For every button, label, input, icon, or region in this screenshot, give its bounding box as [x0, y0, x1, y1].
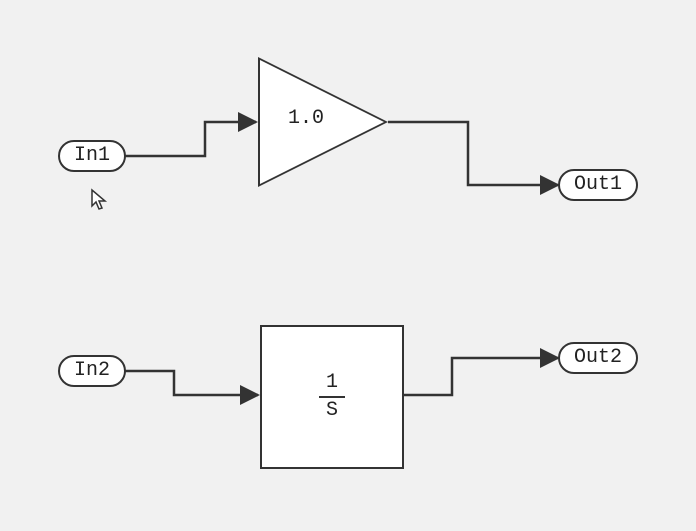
tf-numerator: 1	[326, 372, 338, 394]
tf-denominator: S	[326, 400, 338, 422]
outport-out1[interactable]: Out1	[558, 169, 638, 201]
inport-label: In2	[74, 359, 110, 382]
inport-label: In1	[74, 144, 110, 167]
gain-value: 1.0	[288, 107, 324, 130]
block-diagram-canvas[interactable]: In1 1.0 Out1 In2 1 S Out2	[0, 0, 696, 531]
inport-in1[interactable]: In1	[58, 140, 126, 172]
transfer-function: 1 S	[319, 372, 345, 422]
inport-in2[interactable]: In2	[58, 355, 126, 387]
fraction-bar	[319, 396, 345, 398]
integrator-block[interactable]: 1 S	[260, 325, 404, 469]
outport-label: Out1	[574, 173, 622, 196]
outport-label: Out2	[574, 346, 622, 369]
wire-in2-to-integrator	[122, 371, 258, 395]
wire-in1-to-gain	[122, 122, 256, 156]
wire-gain-to-out1	[388, 122, 558, 185]
cursor-icon	[90, 188, 110, 219]
wire-integrator-to-out2	[402, 358, 558, 395]
outport-out2[interactable]: Out2	[558, 342, 638, 374]
gain-block[interactable]: 1.0	[258, 57, 388, 187]
